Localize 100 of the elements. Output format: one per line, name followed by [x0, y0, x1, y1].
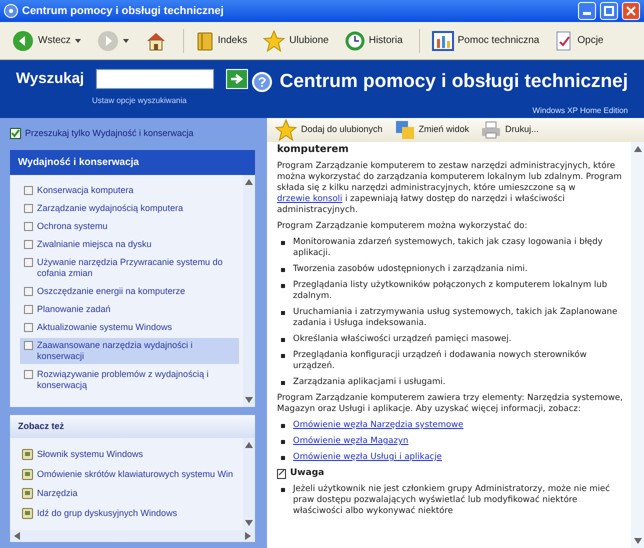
square-bullet-icon	[24, 340, 33, 350]
list-item-text: Określania właściwości urządzeń pamięci masowej.	[293, 334, 512, 345]
arrow-icon	[230, 73, 244, 86]
book-icon	[196, 30, 214, 50]
link[interactable]: Omówienie węzła Usługi i aplikacje	[293, 452, 442, 463]
bullet-icon	[281, 338, 285, 342]
paragraph: Program Zarządzanie komputerem można wykorzystać do:	[277, 221, 528, 232]
square-bullet-icon	[24, 286, 33, 296]
square-bullet-icon	[24, 204, 33, 213]
list-item-text: Zarządzania aplikacjami i usługami.	[293, 377, 446, 388]
toolbar-button[interactable]: Opcje	[551, 30, 608, 50]
scrollbar[interactable]	[631, 142, 644, 548]
panel-title: Zobacz też	[10, 414, 255, 438]
dropdown-caret-icon	[122, 38, 129, 42]
square-bullet-icon	[24, 222, 33, 231]
list-item-text: Przeglądania konfiguracji urządzeń i dodawania nowych sterowników urządzeń.	[293, 350, 588, 372]
minimize-icon	[583, 12, 591, 15]
see-also-item[interactable]: Słownik systemu Windows	[22, 448, 243, 462]
scroll-down-icon[interactable]	[245, 396, 253, 402]
list-item-text: Przeglądania listy użytkowników połączonych z komputerem lokalnym lub zdalnym.	[293, 280, 608, 302]
toolbar-button[interactable]: Indeks	[192, 30, 252, 50]
bullet-icon	[281, 424, 285, 428]
checkbox-label: Przeszukaj tylko Wydajność i konserwacja	[25, 127, 194, 140]
square-bullet-icon	[24, 304, 33, 314]
checkbox[interactable]	[10, 128, 21, 140]
printer-icon	[481, 121, 502, 139]
bullet-icon	[281, 440, 285, 444]
toolbar-button[interactable]: Historia	[340, 30, 407, 50]
square-bullet-icon	[24, 370, 33, 379]
topic-item[interactable]: Zarządzanie wydajnością komputera	[20, 200, 239, 216]
star-icon	[275, 119, 297, 141]
note-heading: Uwaga	[290, 468, 324, 479]
topic-item[interactable]: Ochrona systemu	[20, 218, 239, 234]
bullet-icon	[281, 268, 285, 272]
topic-item[interactable]: Planowanie zadań	[20, 302, 239, 317]
paragraph: Program Zarządzanie komputerem zawiera trzy elementy: Narzędzia systemowe, Magazyn oraz Usługi i aplikacje. Aby uzyskać więcej informacji, zobacz:	[277, 393, 623, 415]
close-button[interactable]	[622, 2, 640, 20]
paragraph: Program Zarządzanie komputerem to zestaw narzędzi administracyjnych, które można wykorzystać do zarządzania komputerem lokalnym lub zdalnym. Program składa się z kilku narzędzi administracyjnych, które umieszczone są w drzewie konsoli i zapewniają łatwy dostęp do narzędzi i właściwości administracyjnych.	[277, 161, 623, 216]
list-item-text: Tworzenia zasobów udostępnionych i zarządzania nimi.	[293, 264, 528, 275]
note-icon	[277, 468, 286, 478]
bullet-icon	[281, 311, 285, 315]
scroll-right-icon[interactable]	[245, 532, 251, 540]
document-check-icon	[555, 30, 574, 50]
link[interactable]: Omówienie węzła Narzędzia systemowe	[293, 420, 464, 431]
toolbar-button[interactable]: Wstecz	[8, 30, 85, 52]
topic-item[interactable]: Konserwacja komputera	[20, 182, 239, 198]
scrollbar[interactable]	[243, 174, 255, 406]
topic-item[interactable]: Rozwiązywanie problemów z wydajnością i konserwacją	[20, 366, 239, 393]
bullet-icon	[281, 488, 285, 492]
scroll-left-icon[interactable]	[14, 532, 20, 540]
section-heading: komputerem	[277, 144, 350, 156]
topic-item[interactable]: Aktualizowanie systemu Windows	[20, 320, 239, 335]
scrollbar[interactable]	[10, 530, 255, 542]
see-also-item[interactable]: Narzędzia	[22, 487, 243, 500]
go-button[interactable]	[226, 69, 248, 90]
maximize-button[interactable]	[600, 2, 618, 20]
toolbar-button[interactable]: Drukuj...	[481, 121, 539, 139]
bullet-icon	[281, 241, 285, 245]
close-icon	[626, 6, 636, 16]
bullet-icon	[281, 354, 285, 358]
scroll-down-icon[interactable]	[634, 538, 642, 544]
topic-item[interactable]: Zaawansowane narzędzia wydajności i konserwacji	[20, 338, 239, 364]
topic-item[interactable]: Używanie narzędzia Przywracanie systemu do cofania zmian	[20, 254, 239, 281]
window-title: Centrum pomocy i obsługi technicznej	[22, 4, 225, 19]
see-also-item[interactable]: Idź do grup dyskusyjnych Windows	[22, 506, 243, 520]
minimize-button[interactable]	[578, 2, 596, 20]
link[interactable]: drzewie konsoli	[277, 194, 342, 204]
toolbar-button[interactable]: Ulubione	[259, 30, 333, 52]
page-icon	[22, 488, 33, 500]
page-icon	[22, 508, 33, 519]
square-bullet-icon	[24, 240, 33, 249]
toolbar-button[interactable]: Dodaj do ulubionych	[275, 119, 383, 141]
scrollbar[interactable]	[243, 438, 255, 530]
bullet-icon	[281, 381, 285, 385]
scroll-up-icon[interactable]	[634, 146, 642, 152]
toolbar-button[interactable]: Pomoc techniczna	[428, 30, 544, 50]
topic-item[interactable]: Oszczędzanie energii na komputerze	[20, 284, 239, 299]
search-options-link[interactable]: Ustaw opcje wyszukiwania	[92, 94, 252, 106]
see-also-item[interactable]: Omówienie skrótów klawiaturowych systemu Win	[22, 468, 243, 481]
topic-item[interactable]: Zwalnianie miejsca na dysku	[20, 236, 239, 252]
square-bullet-icon	[24, 322, 33, 332]
list-item-text: Monitorowania zdarzeń systemowych, takich jak czasy logowania i błędy aplikacji.	[293, 237, 604, 259]
link[interactable]: Omówienie węzła Magazyn	[293, 436, 408, 447]
search-field[interactable]	[96, 69, 214, 90]
page-icon	[22, 449, 33, 460]
scroll-up-icon[interactable]	[245, 442, 253, 448]
banner-title: Centrum pomocy i obsługi technicznej	[280, 70, 628, 94]
scroll-down-icon[interactable]	[245, 520, 253, 526]
list-item-text: Uruchamiania i zatrzymywania usług systemowych, takich jak Zaplanowane zadania i Usługa indeksowania.	[293, 307, 618, 329]
panel-title: Wydajność i konserwacja	[10, 150, 255, 175]
square-bullet-icon	[24, 186, 33, 195]
dropdown-caret-icon	[74, 38, 81, 42]
square-bullet-icon	[24, 258, 33, 267]
toolbar-button[interactable]: Zmień widok	[394, 120, 470, 140]
scroll-up-icon[interactable]	[245, 178, 253, 185]
edition-label: Windows XP Home Edition	[532, 104, 628, 116]
search-label: Wyszukaj	[16, 69, 84, 89]
page-icon	[22, 468, 33, 480]
star-icon	[263, 30, 286, 52]
window-chart-icon	[432, 30, 454, 50]
